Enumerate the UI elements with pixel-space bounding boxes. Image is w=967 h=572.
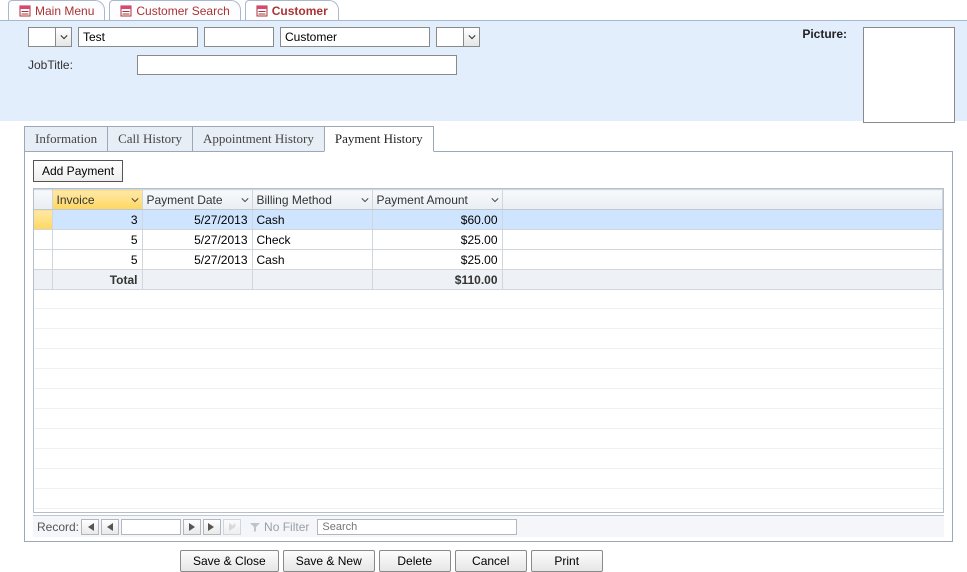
add-payment-button[interactable]: Add Payment bbox=[33, 160, 123, 182]
cell-invoice[interactable]: 5 bbox=[52, 230, 142, 250]
cell-payment-amount[interactable]: $25.00 bbox=[372, 230, 502, 250]
cell-payment-amount[interactable]: $25.00 bbox=[372, 250, 502, 270]
doc-tab-customer-search[interactable]: Customer Search bbox=[109, 0, 240, 20]
cell-payment-amount[interactable]: $60.00 bbox=[372, 210, 502, 230]
document-tabs: Main Menu Customer Search Customer bbox=[0, 0, 967, 21]
payment-grid[interactable]: InvoicePayment DateBilling MethodPayment… bbox=[33, 188, 944, 513]
row-selector[interactable] bbox=[34, 230, 52, 250]
form-footer: Save & CloseSave & NewDeleteCancelPrint bbox=[0, 542, 967, 572]
cell-billing-method[interactable]: Cash bbox=[252, 210, 372, 230]
filter-label: No Filter bbox=[264, 520, 309, 534]
customer-header: JobTitle: Picture: bbox=[0, 21, 967, 121]
tab-call-history[interactable]: Call History bbox=[107, 126, 193, 151]
doc-tab-customer[interactable]: Customer bbox=[245, 0, 339, 20]
cell-empty bbox=[502, 210, 943, 230]
cell-empty bbox=[502, 230, 943, 250]
col-payment-amount[interactable]: Payment Amount bbox=[372, 190, 502, 210]
table-row[interactable]: 35/27/2013Cash$60.00 bbox=[34, 210, 943, 230]
cell-invoice[interactable]: 3 bbox=[52, 210, 142, 230]
record-position-input[interactable] bbox=[121, 519, 181, 535]
total-amount: $110.00 bbox=[372, 270, 502, 290]
prefix-input[interactable] bbox=[29, 28, 55, 46]
doc-tab-label: Customer bbox=[272, 4, 328, 18]
doc-tab-label: Customer Search bbox=[136, 4, 229, 18]
cell-payment-date[interactable]: 5/27/2013 bbox=[142, 230, 252, 250]
jobtitle-input[interactable] bbox=[137, 55, 457, 75]
suffix-input[interactable] bbox=[437, 28, 463, 46]
record-navigator: Record: No Filter bbox=[33, 515, 944, 537]
col-billing-method[interactable]: Billing Method bbox=[252, 190, 372, 210]
suffix-combo[interactable] bbox=[436, 27, 480, 47]
form-icon bbox=[256, 5, 268, 17]
nav-next-button[interactable] bbox=[183, 519, 201, 535]
form-icon bbox=[19, 5, 31, 17]
funnel-icon bbox=[249, 521, 261, 533]
total-row: Total $110.00 bbox=[34, 270, 943, 290]
nav-new-button[interactable] bbox=[223, 519, 241, 535]
cell-payment-date[interactable]: 5/27/2013 bbox=[142, 210, 252, 230]
inner-tab-bar: InformationCall HistoryAppointment Histo… bbox=[24, 125, 953, 152]
last-name-input[interactable] bbox=[280, 27, 430, 47]
col-invoice[interactable]: Invoice bbox=[52, 190, 142, 210]
cell-billing-method[interactable]: Cash bbox=[252, 250, 372, 270]
payment-history-page: Add Payment InvoicePayment DateBilling M… bbox=[24, 152, 953, 542]
row-selector[interactable] bbox=[34, 250, 52, 270]
table-row[interactable]: 55/27/2013Cash$25.00 bbox=[34, 250, 943, 270]
chevron-down-icon[interactable] bbox=[130, 195, 140, 205]
col-extender bbox=[502, 190, 943, 210]
jobtitle-label: JobTitle: bbox=[28, 58, 73, 72]
chevron-down-icon[interactable] bbox=[240, 195, 250, 205]
chevron-down-icon[interactable] bbox=[490, 195, 500, 205]
picture-label: Picture: bbox=[802, 27, 847, 41]
total-label: Total bbox=[52, 270, 142, 290]
cell-empty bbox=[502, 250, 943, 270]
nav-first-button[interactable] bbox=[81, 519, 99, 535]
tab-appointment-history[interactable]: Appointment History bbox=[192, 126, 325, 151]
tab-payment-history[interactable]: Payment History bbox=[324, 126, 434, 152]
chevron-down-icon[interactable] bbox=[463, 28, 479, 46]
cell-billing-method[interactable]: Check bbox=[252, 230, 372, 250]
doc-tab-main-menu[interactable]: Main Menu bbox=[8, 0, 105, 20]
form-icon bbox=[120, 5, 132, 17]
first-name-input[interactable] bbox=[78, 27, 198, 47]
nav-last-button[interactable] bbox=[203, 519, 221, 535]
customer-tab-control: InformationCall HistoryAppointment Histo… bbox=[24, 121, 953, 542]
filter-indicator[interactable]: No Filter bbox=[249, 520, 309, 534]
cell-payment-date[interactable]: 5/27/2013 bbox=[142, 250, 252, 270]
chevron-down-icon[interactable] bbox=[360, 195, 370, 205]
chevron-down-icon[interactable] bbox=[55, 28, 71, 46]
doc-tab-label: Main Menu bbox=[35, 4, 94, 18]
col-payment-date[interactable]: Payment Date bbox=[142, 190, 252, 210]
search-input[interactable] bbox=[317, 519, 517, 535]
table-row[interactable]: 55/27/2013Check$25.00 bbox=[34, 230, 943, 250]
row-selector[interactable] bbox=[34, 210, 52, 230]
nav-prev-button[interactable] bbox=[101, 519, 119, 535]
tab-information[interactable]: Information bbox=[24, 126, 108, 151]
select-all-corner[interactable] bbox=[34, 190, 52, 210]
record-label: Record: bbox=[37, 520, 79, 534]
cell-invoice[interactable]: 5 bbox=[52, 250, 142, 270]
middle-name-input[interactable] bbox=[204, 27, 274, 47]
prefix-combo[interactable] bbox=[28, 27, 72, 47]
picture-box[interactable] bbox=[863, 27, 955, 123]
